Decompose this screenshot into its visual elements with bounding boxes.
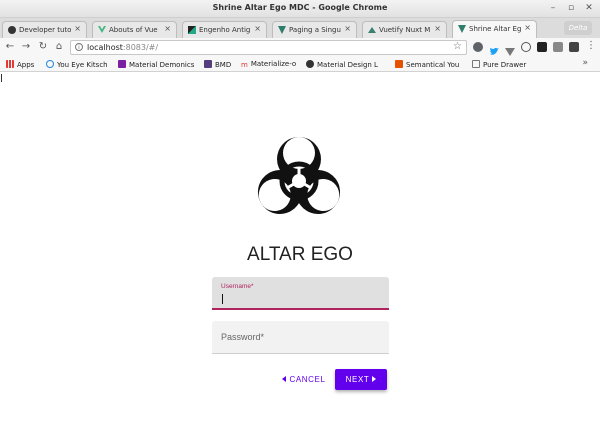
twitter-icon[interactable] — [489, 42, 499, 55]
bookmark-item[interactable]: BMD — [204, 60, 231, 69]
text-cursor-mark — [1, 74, 2, 82]
doc-icon — [472, 60, 480, 68]
cancel-label: CANCEL — [289, 375, 326, 384]
close-tab-icon[interactable]: × — [164, 24, 171, 33]
extension-icon[interactable] — [569, 42, 579, 52]
page-icon — [188, 26, 196, 34]
extension-icon[interactable] — [553, 42, 563, 52]
close-tab-icon[interactable]: × — [524, 23, 531, 32]
browser-tab-active[interactable]: Shrine Altar Eg × — [452, 20, 537, 38]
bookmark-label: You Eye Kitsch — [57, 61, 108, 69]
bootstrap-icon — [204, 60, 212, 68]
extension-icon[interactable] — [521, 42, 531, 52]
address-url: localhost:8083/#/ — [87, 43, 158, 52]
close-tab-icon[interactable]: × — [434, 24, 441, 33]
username-label: Username* — [221, 283, 254, 290]
vuetify-icon — [278, 26, 286, 34]
home-icon[interactable]: ⌂ — [53, 41, 65, 53]
bookmark-label: BMD — [215, 61, 232, 69]
browser-tab[interactable]: Paging a Singu × — [272, 21, 357, 38]
page-content: ALTAR EGO Username* Password* CANCEL NEX… — [0, 72, 600, 438]
close-tab-icon[interactable]: × — [254, 24, 261, 33]
url-host: localhost — [87, 43, 123, 52]
refresh-icon — [46, 60, 54, 68]
bookmark-label: Material Design L — [317, 61, 378, 69]
bookmark-star-icon[interactable]: ☆ — [453, 41, 462, 52]
bookmark-item[interactable]: Material Demonics — [118, 60, 194, 69]
bookmark-item[interactable]: Pure Drawer — [472, 60, 526, 69]
tab-label: Paging a Singu — [289, 26, 341, 34]
username-input[interactable] — [221, 293, 381, 305]
tab-label: Abouts of Vue — [109, 26, 158, 34]
chevron-left-icon — [282, 376, 287, 382]
text-caret — [222, 294, 223, 304]
bookmark-item[interactable]: You Eye Kitsch — [46, 60, 108, 69]
chevron-right-icon — [372, 376, 377, 382]
tab-label: Developer tuto — [19, 26, 72, 34]
extension-icon[interactable] — [537, 42, 547, 52]
cancel-button[interactable]: CANCEL — [278, 371, 330, 389]
password-label: Password* — [221, 332, 265, 342]
vue-icon — [98, 26, 106, 34]
username-field[interactable]: Username* — [212, 277, 389, 310]
bookmark-label: Pure Drawer — [483, 61, 527, 69]
info-icon[interactable]: i — [75, 43, 83, 51]
apps-grid-icon — [6, 60, 14, 68]
password-field[interactable]: Password* — [212, 321, 389, 354]
window-controls: – ▫ ✕ — [548, 3, 594, 13]
browser-tab[interactable]: Abouts of Vue × — [92, 21, 177, 38]
close-tab-icon[interactable]: × — [74, 24, 81, 33]
window-titlebar: Shrine Altar Ego MDC - Google Chrome – ▫… — [0, 0, 600, 18]
bookmark-label: Apps — [17, 61, 35, 69]
forward-icon[interactable]: → — [20, 41, 32, 53]
brand-title: ALTAR EGO — [247, 244, 353, 265]
vuetify-icon — [458, 25, 466, 33]
next-button[interactable]: NEXT — [335, 369, 387, 390]
bookmark-label: Materialize-o — [250, 60, 297, 68]
close-tab-icon[interactable]: × — [344, 24, 351, 33]
semantic-icon — [395, 60, 403, 68]
bookmark-label: Material Demonics — [129, 61, 195, 69]
mdl-icon — [306, 60, 314, 68]
bookmark-item[interactable]: Material Design L — [306, 60, 378, 69]
materialize-icon: m — [241, 61, 248, 69]
window-title: Shrine Altar Ego MDC - Google Chrome — [212, 3, 388, 12]
biohazard-logo-icon — [249, 137, 349, 223]
browser-tab[interactable]: Developer tuto × — [2, 21, 87, 38]
maximize-icon[interactable]: ▫ — [566, 3, 576, 13]
bookmark-apps[interactable]: Apps — [6, 60, 34, 69]
vuetify-ext-icon[interactable] — [505, 42, 515, 56]
bookmark-item[interactable]: Semantical You — [395, 60, 459, 69]
menu-kebab-icon[interactable]: ⋮ — [585, 40, 597, 52]
material-icon — [118, 60, 126, 68]
tab-label: Vuetify Nuxt M — [379, 26, 431, 34]
address-bar[interactable]: i localhost:8083/#/ ☆ — [70, 40, 467, 55]
next-label: NEXT — [345, 375, 370, 384]
reload-icon[interactable]: ↻ — [37, 41, 49, 53]
browser-tab[interactable]: Engenho Antig × — [182, 21, 267, 38]
extension-vuedevtools-icon[interactable] — [473, 42, 483, 52]
browser-toolbar: ← → ↻ ⌂ i localhost:8083/#/ ☆ ⋮ — [0, 38, 600, 57]
browser-tab[interactable]: Vuetify Nuxt M × — [362, 21, 447, 38]
nuxt-icon — [368, 26, 376, 34]
url-path: :8083/#/ — [122, 43, 159, 52]
tab-label: Engenho Antig — [199, 26, 251, 34]
tab-strip: Developer tuto × Abouts of Vue × Engenho… — [0, 18, 600, 38]
bookmarks-overflow-icon[interactable]: » — [582, 58, 588, 68]
close-window-icon[interactable]: ✕ — [584, 3, 594, 13]
minimize-icon[interactable]: – — [548, 3, 558, 13]
bookmark-label: Semantical You — [406, 61, 460, 69]
tab-label: Shrine Altar Eg — [469, 25, 522, 33]
back-icon[interactable]: ← — [4, 41, 16, 53]
profile-button[interactable]: Delta — [564, 21, 592, 35]
bookmarks-bar: Apps You Eye Kitsch Material Demonics BM… — [0, 57, 600, 72]
bookmark-item[interactable]: m Materialize-o — [241, 60, 296, 69]
github-icon — [8, 26, 16, 34]
